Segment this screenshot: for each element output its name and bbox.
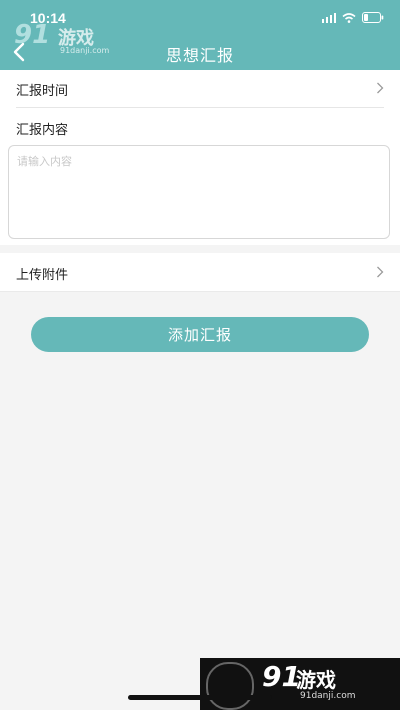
watermark-name: 游戏: [296, 668, 336, 692]
add-report-button[interactable]: 添加汇报: [31, 317, 369, 352]
chevron-right-icon: [377, 266, 384, 278]
status-icons: [322, 12, 384, 23]
attachment-label: 上传附件: [16, 268, 69, 283]
report-time-row[interactable]: 汇报时间: [16, 70, 384, 108]
report-form-card: 汇报时间 汇报内容: [0, 70, 400, 245]
chevron-right-icon: [377, 82, 384, 94]
attachment-row[interactable]: 上传附件: [0, 253, 400, 292]
watermark-bottom: 91 游戏 91danji.com: [200, 658, 400, 710]
signal-icon: [322, 12, 336, 23]
report-content-label: 汇报内容: [16, 123, 69, 138]
app-header: 10:14 91 游戏 91danji.com 思想汇报: [0, 0, 400, 70]
wifi-icon: [342, 12, 356, 23]
page-title: 思想汇报: [165, 46, 234, 65]
report-time-label: 汇报时间: [16, 84, 69, 99]
watermark-url: 91danji.com: [300, 691, 356, 701]
watermark-emblem: [206, 662, 254, 710]
report-content-input[interactable]: [8, 145, 390, 239]
battery-icon: [362, 12, 384, 23]
home-indicator: [128, 695, 272, 700]
